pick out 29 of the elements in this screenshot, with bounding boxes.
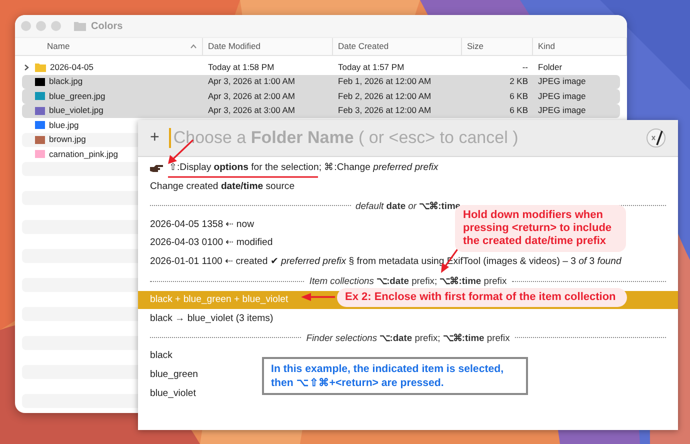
file-name: blue.jpg [49, 118, 79, 132]
section-header: Item collections ⌥:date prefix; ⌥⌘:time prefix [309, 274, 507, 288]
file-name: carnation_pink.jpg [49, 148, 118, 161]
table-cell: Today at 1:57 PM [338, 62, 404, 72]
window-title: Colors [91, 20, 123, 34]
file-name: blue_green.jpg [49, 90, 106, 103]
table-cell: Folder [538, 62, 562, 72]
section-header: Finder selections ⌥:date prefix; ⌥⌘:time prefix [306, 330, 510, 345]
table-cell: Feb 1, 2026 at 12:00 AM [338, 76, 432, 86]
table-cell: Apr 3, 2026 at 2:00 AM [208, 90, 295, 101]
table-cell: JPEG image [538, 76, 586, 86]
table-cell: Feb 2, 2026 at 12:00 AM [338, 90, 432, 101]
table-cell: Apr 3, 2026 at 1:00 AM [208, 76, 295, 86]
table-cell: Feb 3, 2026 at 12:00 AM [338, 105, 432, 116]
table-cell: 6 KB [510, 105, 528, 116]
table-cell: JPEG image [538, 105, 586, 116]
callout-tooltip: Ex 2: Enclose with first format of the item collection [337, 288, 627, 307]
table-cell: Apr 3, 2026 at 3:00 AM [208, 105, 295, 116]
file-name: blue_violet.jpg [49, 104, 104, 118]
hint-text: ⇧:Display options for the selection; ⌘:Change preferred prefix [169, 161, 438, 176]
table-cell: JPEG image [538, 90, 586, 101]
file-name: black.jpg [49, 75, 83, 88]
table-cell: Today at 1:58 PM [208, 62, 274, 72]
table-cell: 2 KB [510, 76, 528, 86]
table-cell: 6 KB [510, 90, 528, 101]
file-name: 2026-04-05 [50, 60, 94, 74]
table-cell: -- [522, 62, 528, 72]
note-tooltip: In this example, the indicated item is selected, then ⌥⇧⌘+<return> are pressed. [262, 357, 528, 395]
file-name: brown.jpg [49, 133, 86, 146]
